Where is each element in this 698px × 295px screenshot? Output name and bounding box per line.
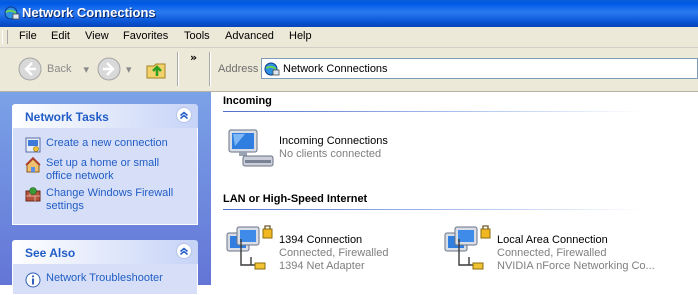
connection-local-area[interactable]: Local Area Connection Connected, Firewal… (443, 225, 693, 275)
home-network-icon (25, 157, 41, 173)
firewall-icon (25, 187, 41, 202)
incoming-connection-icon (228, 129, 274, 167)
back-label: Back (47, 63, 72, 75)
see-also-troubleshooter-label: Network Troubleshooter (46, 272, 163, 284)
task-create-connection[interactable]: Create a new connection (25, 137, 168, 153)
address-field[interactable]: Network Connections (261, 58, 698, 79)
connection-name: 1394 Connection (279, 234, 363, 246)
see-also-panel: See Also Network Troubleshooter (12, 240, 198, 295)
menu-edit[interactable]: Edit (51, 30, 70, 42)
see-also-title: See Also (25, 246, 76, 260)
group-title-lan: LAN or High-Speed Internet (223, 193, 368, 205)
collapse-button[interactable] (176, 107, 192, 123)
menu-grip (2, 30, 8, 44)
back-dropdown-icon[interactable]: ▾ (83, 63, 89, 76)
connection-name: Local Area Connection (497, 234, 608, 246)
toolbar-separator (177, 52, 179, 86)
menu-bar: File Edit View Favorites Tools Advanced … (0, 27, 698, 48)
task-pane: Network Tasks Create a new connection Se… (0, 92, 211, 295)
task-home-network[interactable]: Set up a home or small office network (25, 157, 175, 183)
menu-file[interactable]: File (19, 30, 37, 42)
connection-incoming[interactable]: Incoming Connections No clients connecte… (225, 126, 455, 174)
connection-status: Connected, Firewalled (497, 247, 607, 259)
address-label: Address (218, 63, 259, 75)
connection-device: 1394 Net Adapter (279, 260, 365, 272)
lan-connection-icon (444, 225, 491, 270)
network-connections-icon (264, 62, 280, 76)
network-tasks-panel: Network Tasks Create a new connection Se… (12, 104, 198, 225)
network-tasks-header[interactable]: Network Tasks (12, 104, 198, 128)
see-also-header[interactable]: See Also (12, 240, 198, 264)
connections-list: Incoming Incoming Connections No clients… (211, 92, 698, 285)
task-change-firewall-label: Change Windows Firewall settings (46, 187, 174, 212)
new-connection-icon (25, 137, 41, 153)
network-connections-icon (4, 6, 20, 20)
network-tasks-body: Create a new connection Set up a home or… (12, 128, 198, 225)
task-change-firewall[interactable]: Change Windows Firewall settings (25, 187, 175, 213)
info-icon (25, 272, 41, 288)
forward-button[interactable]: ▾ (97, 54, 132, 84)
menu-advanced[interactable]: Advanced (225, 30, 274, 42)
group-title-incoming: Incoming (223, 95, 272, 107)
up-folder-button[interactable] (145, 54, 169, 84)
toolbar-separator-2 (209, 52, 211, 86)
menu-tools[interactable]: Tools (184, 30, 210, 42)
menu-favorites[interactable]: Favorites (123, 30, 168, 42)
address-value: Network Connections (283, 63, 388, 75)
toolbar-chevron[interactable]: » (190, 51, 197, 64)
window-title: Network Connections (22, 5, 156, 20)
group-divider (223, 209, 643, 210)
menu-help[interactable]: Help (289, 30, 312, 42)
task-create-connection-label: Create a new connection (46, 137, 168, 149)
connection-1394[interactable]: 1394 Connection Connected, Firewalled 13… (225, 225, 435, 275)
connection-status: Connected, Firewalled (279, 247, 389, 259)
title-bar[interactable]: Network Connections (0, 0, 698, 27)
double-chevron-up-icon (180, 247, 188, 256)
see-also-troubleshooter[interactable]: Network Troubleshooter (25, 272, 163, 288)
collapse-button[interactable] (176, 243, 192, 259)
up-folder-icon (146, 63, 166, 79)
back-button[interactable]: Back ▾ (18, 54, 89, 84)
forward-dropdown-icon[interactable]: ▾ (126, 63, 132, 76)
back-arrow-icon (18, 57, 42, 81)
connection-status: No clients connected (279, 148, 382, 160)
menu-view[interactable]: View (85, 30, 109, 42)
lan-connection-icon (226, 225, 273, 270)
connection-device: NVIDIA nForce Networking Co... (497, 260, 655, 272)
double-chevron-up-icon (180, 111, 188, 120)
group-divider (223, 111, 643, 112)
task-home-network-label: Set up a home or small office network (46, 157, 160, 182)
see-also-body: Network Troubleshooter (12, 264, 198, 295)
forward-arrow-icon (97, 57, 121, 81)
connection-name: Incoming Connections (279, 135, 388, 147)
network-tasks-title: Network Tasks (25, 110, 109, 124)
